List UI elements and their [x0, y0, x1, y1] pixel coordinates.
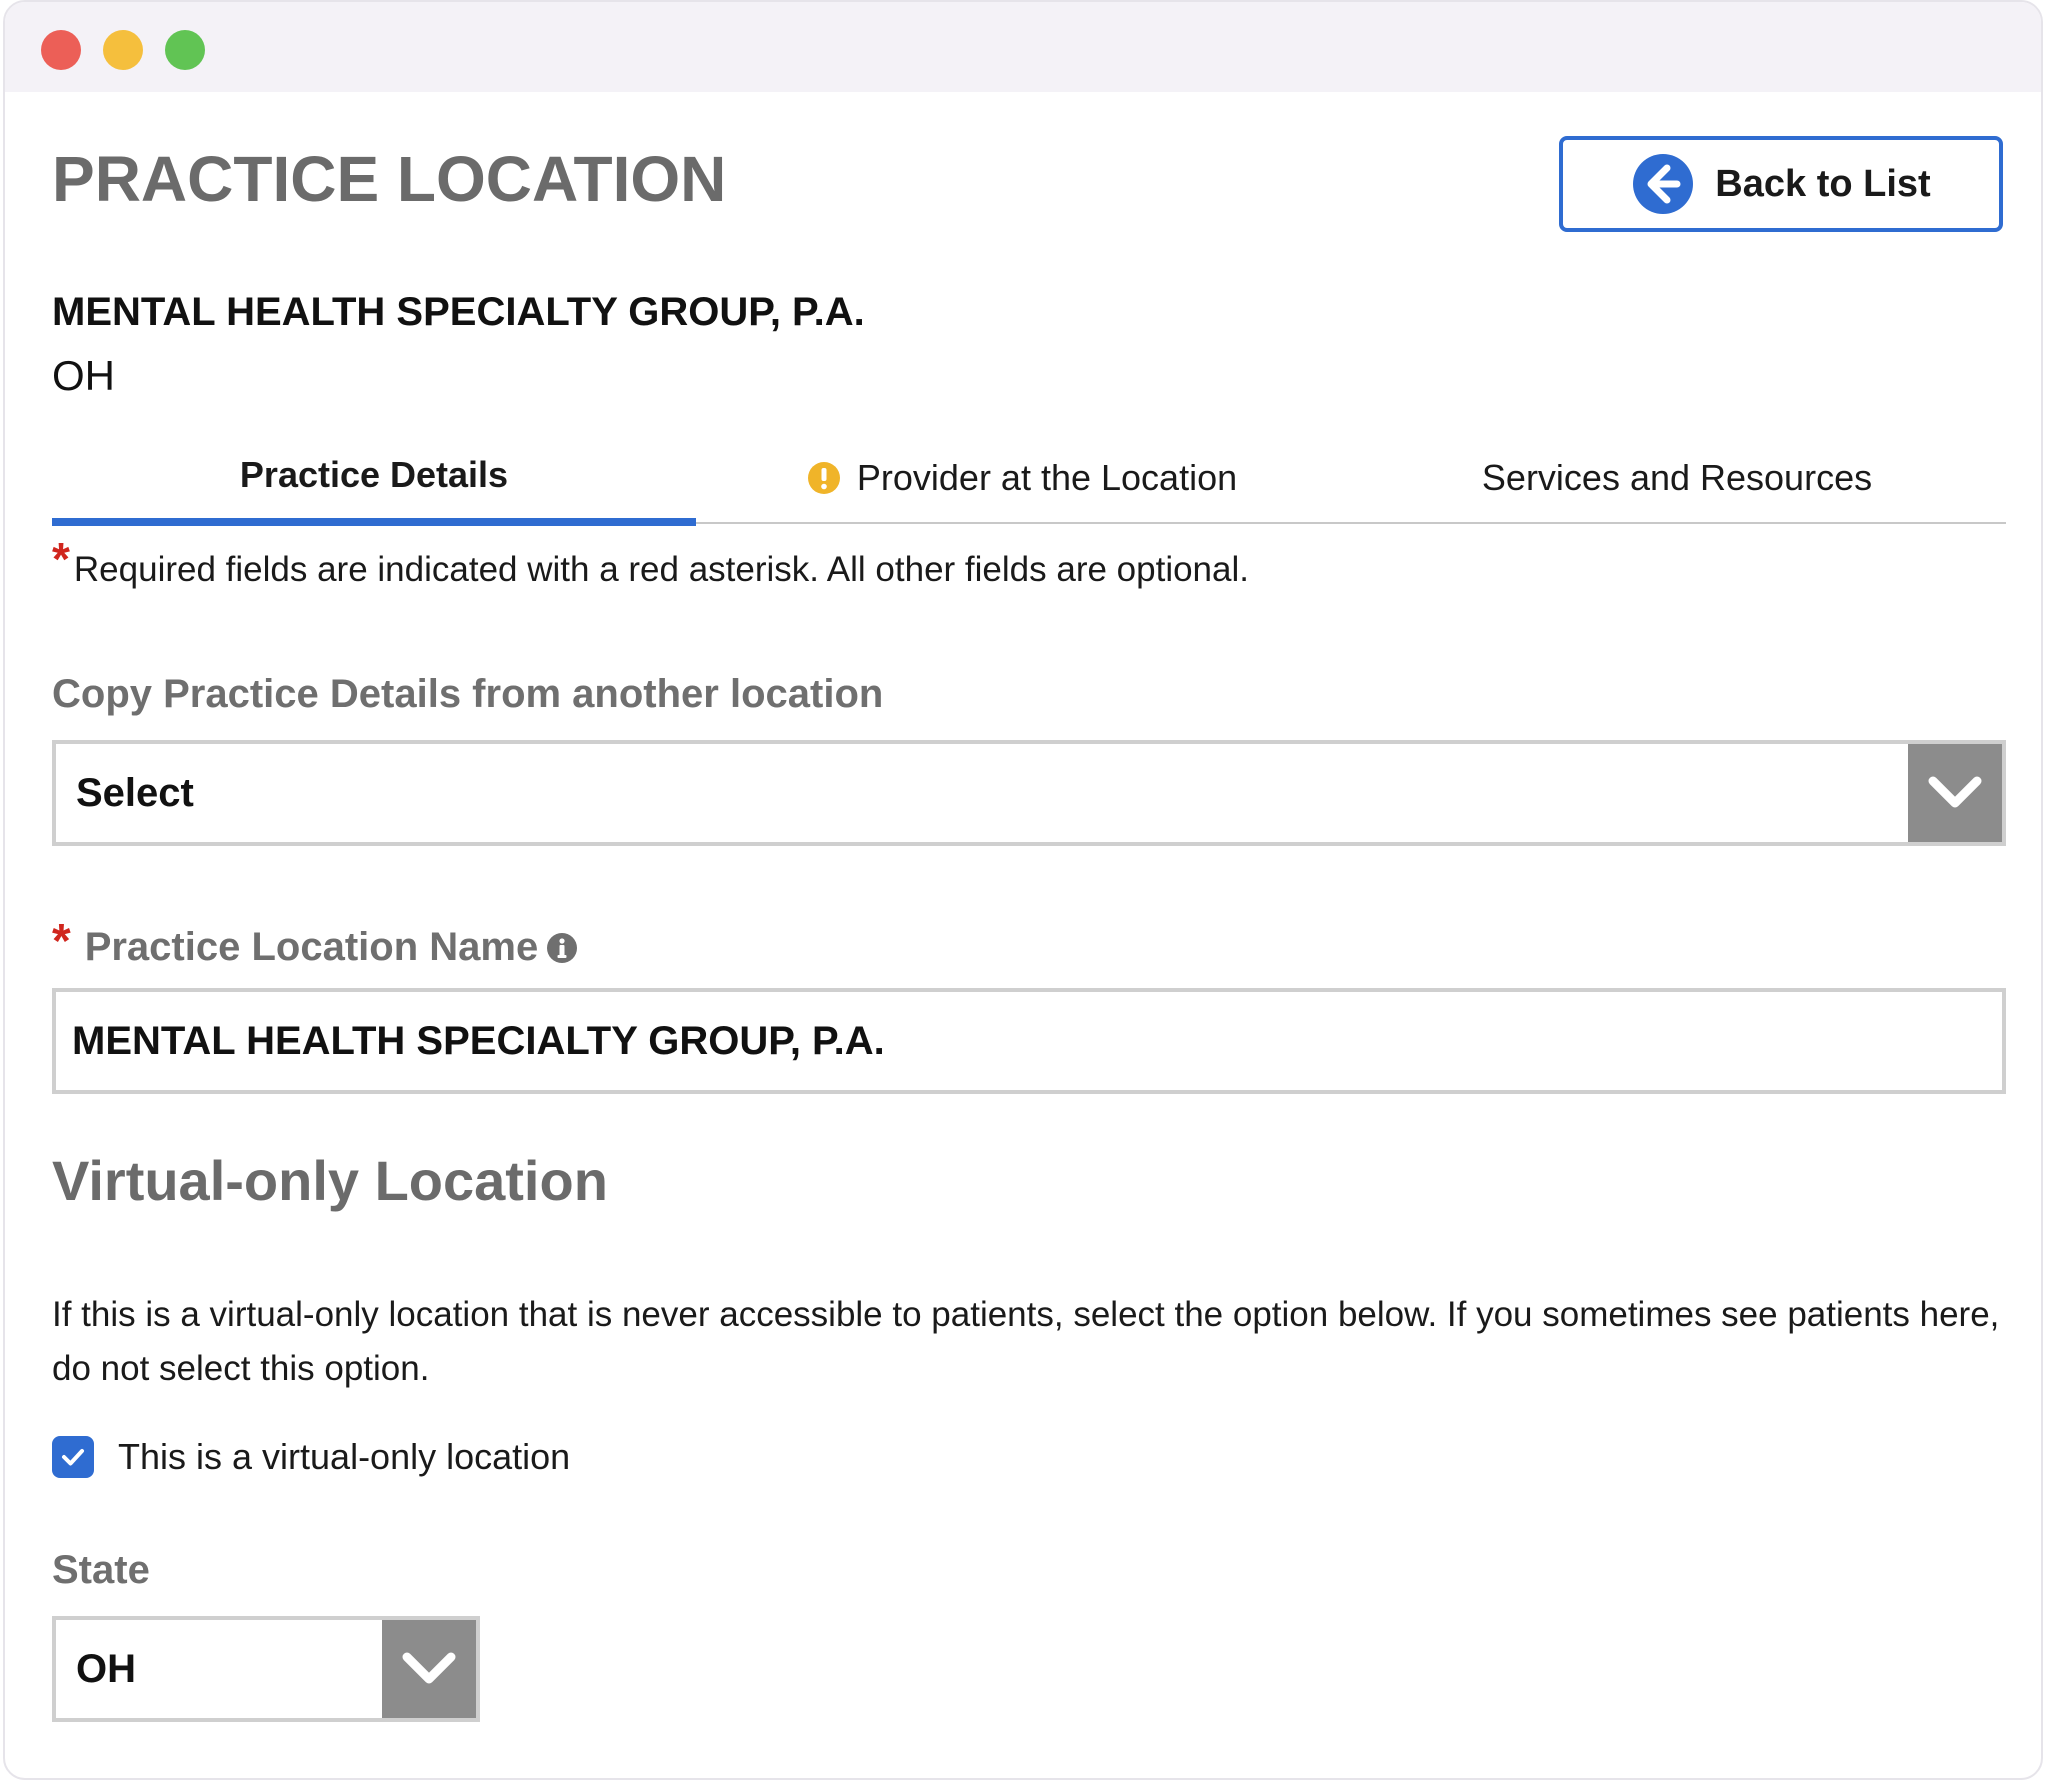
- tab-label: Provider at the Location: [856, 457, 1238, 498]
- tab-label: Practice Details: [239, 454, 509, 495]
- tab-services-and-resources[interactable]: Services and Resources: [1348, 432, 2006, 524]
- tab-practice-details[interactable]: Practice Details: [52, 432, 696, 526]
- state-select[interactable]: OH: [52, 1616, 480, 1722]
- copy-details-label: Copy Practice Details from another locat…: [52, 672, 884, 716]
- tab-label: Services and Resources: [1481, 457, 1873, 498]
- app-window: PRACTICE LOCATION Back to List MENTAL HE…: [3, 0, 2043, 1780]
- copy-details-selected-value: Select: [76, 770, 194, 815]
- virtual-only-heading: Virtual-only Location: [52, 1149, 608, 1212]
- close-button[interactable]: [41, 30, 81, 70]
- zoom-button[interactable]: [165, 30, 205, 70]
- arrow-left-circle-icon: [1633, 154, 1694, 214]
- state-label: State: [52, 1548, 150, 1592]
- page-title: PRACTICE LOCATION: [52, 143, 727, 215]
- title-bar: [5, 2, 2041, 92]
- location-name-input[interactable]: [52, 988, 2006, 1094]
- tab-provider-at-location[interactable]: Provider at the Location: [696, 432, 1348, 524]
- state-selected-value: OH: [76, 1646, 136, 1691]
- required-note-text: Required fields are indicated with a red…: [73, 550, 1249, 589]
- tab-bar: Practice Details Provider at the Locatio…: [52, 432, 2006, 526]
- checkmark-icon: [62, 1449, 84, 1466]
- organization-state: OH: [52, 352, 115, 399]
- required-fields-note: * Required fields are indicated with a re…: [52, 533, 1249, 592]
- virtual-only-description: If this is a virtual-only location that …: [52, 1295, 2000, 1388]
- required-asterisk: *: [52, 915, 71, 968]
- required-asterisk: *: [52, 533, 70, 585]
- warning-icon: [807, 462, 840, 494]
- virtual-only-checkbox-row[interactable]: This is a virtual-only location: [52, 1436, 570, 1478]
- organization-name: MENTAL HEALTH SPECIALTY GROUP, P.A.: [52, 290, 865, 334]
- location-name-label-text: Practice Location Name: [84, 925, 539, 969]
- back-to-list-button[interactable]: Back to List: [1559, 136, 2003, 232]
- chevron-down-icon: [1928, 776, 1982, 808]
- back-to-list-label: Back to List: [1715, 162, 1931, 205]
- dropdown-toggle[interactable]: [1908, 744, 2002, 842]
- virtual-only-checkbox[interactable]: [52, 1436, 94, 1478]
- chevron-down-icon: [402, 1652, 456, 1684]
- info-icon[interactable]: [546, 932, 578, 964]
- location-name-label: * Practice Location Name: [52, 915, 578, 975]
- copy-details-select[interactable]: Select: [52, 740, 2006, 846]
- dropdown-toggle[interactable]: [382, 1620, 476, 1718]
- minimize-button[interactable]: [103, 30, 143, 70]
- virtual-only-checkbox-label: This is a virtual-only location: [118, 1436, 571, 1477]
